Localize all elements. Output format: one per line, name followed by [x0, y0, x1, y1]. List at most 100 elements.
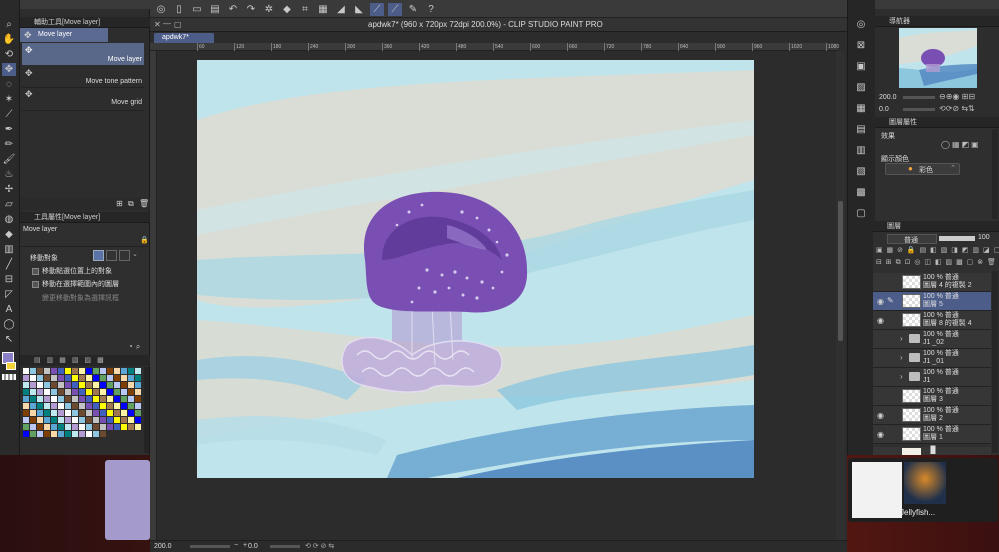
- chevron-right-icon[interactable]: ›: [900, 334, 903, 343]
- grid-icon[interactable]: ▦: [316, 3, 330, 16]
- color-swatch[interactable]: [65, 396, 71, 402]
- pencil-icon[interactable]: ✏: [2, 138, 16, 151]
- color-swatch[interactable]: [65, 403, 71, 409]
- color-swatch[interactable]: [65, 382, 71, 388]
- ruler-icon[interactable]: ◢: [334, 3, 348, 16]
- color-swatch[interactable]: [72, 431, 78, 437]
- color-swatch[interactable]: [58, 431, 64, 437]
- color-swatch[interactable]: [128, 424, 134, 430]
- color-swatch[interactable]: [86, 368, 92, 374]
- color-swatch[interactable]: [23, 403, 29, 409]
- zoom-out-icon[interactable]: −: [234, 542, 238, 549]
- zoom-slider[interactable]: [190, 545, 230, 548]
- color-swatch[interactable]: [30, 382, 36, 388]
- color-swatch[interactable]: [79, 403, 85, 409]
- animation-icon[interactable]: ▣: [854, 60, 868, 73]
- color-swatch[interactable]: [30, 389, 36, 395]
- color-swatch[interactable]: [114, 403, 120, 409]
- color-swatch[interactable]: [65, 431, 71, 437]
- color-swatch[interactable]: [86, 410, 92, 416]
- color-swatch[interactable]: [51, 375, 57, 381]
- option-checkbox[interactable]: [32, 280, 39, 288]
- ruler-tool-icon[interactable]: ◸: [2, 288, 16, 301]
- stabilizer-2-icon[interactable]: ⟋: [388, 3, 402, 16]
- color-swatch[interactable]: [23, 424, 29, 430]
- color-swatch[interactable]: [58, 368, 64, 374]
- color-swatch[interactable]: [72, 375, 78, 381]
- color-swatch[interactable]: [58, 424, 64, 430]
- color-swatch[interactable]: [100, 431, 106, 437]
- color-swatch[interactable]: [44, 396, 50, 402]
- sub-tool-item-move-tone[interactable]: ✥ Move tone pattern: [22, 66, 144, 88]
- color-set-tab-icon[interactable]: ▦: [59, 355, 66, 366]
- gear-icon[interactable]: ◎: [154, 3, 168, 16]
- color-swatch[interactable]: [93, 396, 99, 402]
- color-swatch[interactable]: [135, 368, 141, 374]
- layers-scrollbar[interactable]: [992, 271, 998, 453]
- color-swatch[interactable]: [30, 403, 36, 409]
- color-swatch[interactable]: [44, 389, 50, 395]
- color-swatch[interactable]: [51, 396, 57, 402]
- color-mode-dropdown[interactable]: ● 彩色 ⌃: [885, 163, 960, 175]
- help-icon[interactable]: ?: [424, 3, 438, 16]
- color-swatch[interactable]: [58, 410, 64, 416]
- color-swatch[interactable]: [72, 382, 78, 388]
- color-swatch[interactable]: [93, 424, 99, 430]
- clear-icon[interactable]: ✲: [262, 3, 276, 16]
- fill-tool-icon[interactable]: ◆: [2, 228, 16, 241]
- stabilizer-icon[interactable]: ⟋: [370, 3, 384, 16]
- document-tab[interactable]: apdwk7*: [154, 33, 214, 43]
- color-swatch[interactable]: [51, 382, 57, 388]
- layer-search-icon[interactable]: ⊠: [854, 39, 868, 52]
- chevron-right-icon[interactable]: ›: [900, 353, 903, 362]
- color-swatch-grid[interactable]: [23, 368, 143, 450]
- lock-icon[interactable]: 🔒: [140, 236, 149, 244]
- layer-row[interactable]: ◉ 100 % 普通 圖層 2: [873, 406, 991, 425]
- color-swatch[interactable]: [44, 424, 50, 430]
- target-dropdown-icon[interactable]: ⌄: [132, 250, 140, 261]
- delete-subtool-icon[interactable]: 🗑: [139, 199, 149, 208]
- color-swatch[interactable]: [58, 389, 64, 395]
- color-swatch[interactable]: [86, 382, 92, 388]
- color-swatch[interactable]: [72, 424, 78, 430]
- color-swatch[interactable]: [93, 389, 99, 395]
- snap-icon[interactable]: ◣: [352, 3, 366, 16]
- color-swatch[interactable]: [135, 417, 141, 423]
- color-swatch[interactable]: [100, 403, 106, 409]
- color-swatch[interactable]: [72, 417, 78, 423]
- sub-tool-item-move-layer[interactable]: ✥ Move layer: [22, 43, 144, 65]
- color-swatch[interactable]: [135, 382, 141, 388]
- color-swatch[interactable]: [51, 410, 57, 416]
- color-swatch[interactable]: [93, 431, 99, 437]
- color-swatch[interactable]: [100, 382, 106, 388]
- color-swatch[interactable]: [44, 417, 50, 423]
- approx-color-tab-icon[interactable]: ▨: [85, 355, 92, 366]
- pen-icon[interactable]: ✎: [406, 3, 420, 16]
- color-swatch[interactable]: [100, 424, 106, 430]
- color-swatch[interactable]: [23, 382, 29, 388]
- transparent-color-swatch[interactable]: [2, 374, 16, 380]
- background-window[interactable]: [105, 460, 150, 540]
- color-swatch[interactable]: [23, 389, 29, 395]
- decoration-icon[interactable]: ✢: [2, 183, 16, 196]
- color-swatch[interactable]: [128, 403, 134, 409]
- color-wheel-tab-icon[interactable]: ▤: [34, 355, 41, 366]
- color-swatch[interactable]: [128, 410, 134, 416]
- color-swatch[interactable]: [107, 417, 113, 423]
- color-swatch[interactable]: [37, 431, 43, 437]
- material-3-icon[interactable]: ▢: [854, 207, 868, 220]
- navigator-angle-slider[interactable]: [903, 108, 935, 111]
- balloon-icon[interactable]: ◯: [2, 318, 16, 331]
- color-swatch[interactable]: [128, 396, 134, 402]
- navigator-preview[interactable]: [899, 28, 977, 88]
- target-layer-icon[interactable]: [93, 250, 104, 261]
- color-swatch[interactable]: [128, 417, 134, 423]
- figure-icon[interactable]: ╱: [2, 258, 16, 271]
- color-swatch[interactable]: [23, 410, 29, 416]
- color-swatch[interactable]: [107, 368, 113, 374]
- color-swatch[interactable]: [107, 382, 113, 388]
- color-swatch[interactable]: [86, 403, 92, 409]
- color-swatch[interactable]: [51, 368, 57, 374]
- rotate-icon[interactable]: ⟲: [2, 48, 16, 61]
- color-swatch[interactable]: [86, 417, 92, 423]
